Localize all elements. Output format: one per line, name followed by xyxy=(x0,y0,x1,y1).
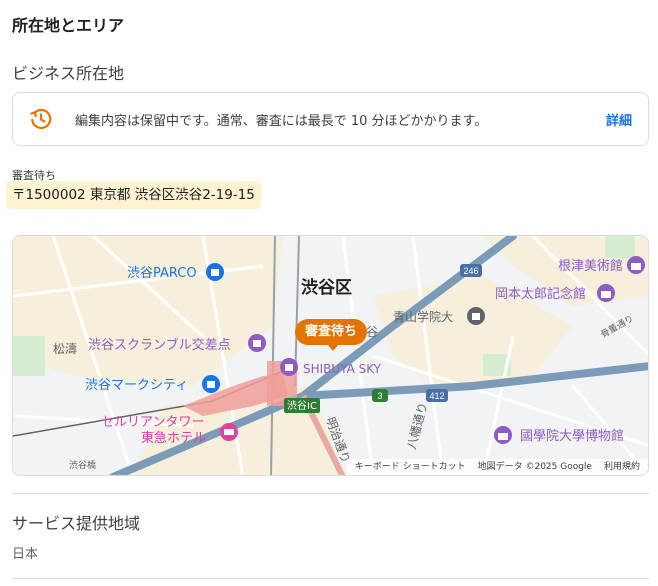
poi-label: 谷 xyxy=(366,325,378,339)
poi-label[interactable]: 渋谷PARCO xyxy=(127,266,197,281)
district-label: 渋谷区 xyxy=(301,277,352,298)
pending-address: 〒1500002 東京都 渋谷区渋谷2-19-15 xyxy=(6,181,261,209)
terms-link[interactable]: 利用規約 xyxy=(604,459,640,475)
shopping-bag-icon[interactable] xyxy=(206,263,224,281)
svg-text:246: 246 xyxy=(463,266,478,276)
university-icon[interactable] xyxy=(467,307,485,325)
poi-label[interactable]: SHIBUYA SKY xyxy=(303,362,382,376)
poi-label[interactable]: 渋谷マークシティ xyxy=(85,378,188,393)
divider xyxy=(12,578,649,579)
pending-edit-notice: 編集内容は保留中です。通常、審査には最長で 10 分ほどかかります。 詳細 xyxy=(12,92,649,146)
notice-text: 編集内容は保留中です。通常、審査には最長で 10 分ほどかかります。 xyxy=(75,113,488,129)
poi-label[interactable]: 東急ホテル xyxy=(141,430,206,446)
location-map[interactable]: 246 412 3 渋谷IC 渋谷区 渋谷PARCO 根津美術館 岡本太郎記念館… xyxy=(12,235,649,476)
landmark-icon[interactable] xyxy=(280,358,298,376)
svg-text:412: 412 xyxy=(429,391,444,401)
details-link[interactable]: 詳細 xyxy=(606,110,632,129)
map-attribution: キーボード ショートカット 地図データ ©2025 Google 利用規約 xyxy=(346,459,648,475)
shopping-bag-icon[interactable] xyxy=(202,375,220,393)
hotel-icon[interactable] xyxy=(220,423,238,441)
poi-label[interactable]: 國學院大學博物館 xyxy=(520,429,624,444)
pending-clock-icon xyxy=(30,108,52,130)
route-3-shield: 3 xyxy=(372,389,388,402)
svg-text:渋谷IC: 渋谷IC xyxy=(287,399,317,412)
divider xyxy=(12,493,649,494)
pending-location-pin[interactable]: 審査待ち xyxy=(295,319,368,351)
map-data-credit: 地図データ ©2025 Google xyxy=(477,462,592,472)
museum-icon[interactable] xyxy=(597,284,615,302)
service-area-title: サービス提供地域 xyxy=(12,514,141,533)
map-canvas[interactable]: 246 412 3 渋谷IC 渋谷区 渋谷PARCO 根津美術館 岡本太郎記念館… xyxy=(13,236,649,476)
shibuya-ic-sign: 渋谷IC xyxy=(284,398,320,413)
svg-text:3: 3 xyxy=(377,391,382,401)
area-label: 松濤 xyxy=(53,342,77,356)
poi-label[interactable]: セルリアンタワー xyxy=(101,415,204,430)
museum-icon[interactable] xyxy=(494,426,512,444)
route-246-shield: 246 xyxy=(460,264,482,277)
service-area-value: 日本 xyxy=(12,547,39,562)
area-label: 渋谷橋 xyxy=(69,459,96,471)
landmark-icon[interactable] xyxy=(248,334,266,352)
section-title: 所在地とエリア xyxy=(12,16,125,35)
poi-label[interactable]: 渋谷スクランブル交差点 xyxy=(88,337,231,353)
museum-icon[interactable] xyxy=(627,256,645,274)
poi-label[interactable]: 青山学院大 xyxy=(393,309,453,324)
keyboard-shortcuts-link[interactable]: キーボード ショートカット xyxy=(355,459,466,475)
poi-label[interactable]: 岡本太郎記念館 xyxy=(495,286,586,302)
poi-label[interactable]: 根津美術館 xyxy=(558,259,623,274)
business-address-title: ビジネス所在地 xyxy=(12,64,125,83)
route-412-shield: 412 xyxy=(426,389,448,402)
